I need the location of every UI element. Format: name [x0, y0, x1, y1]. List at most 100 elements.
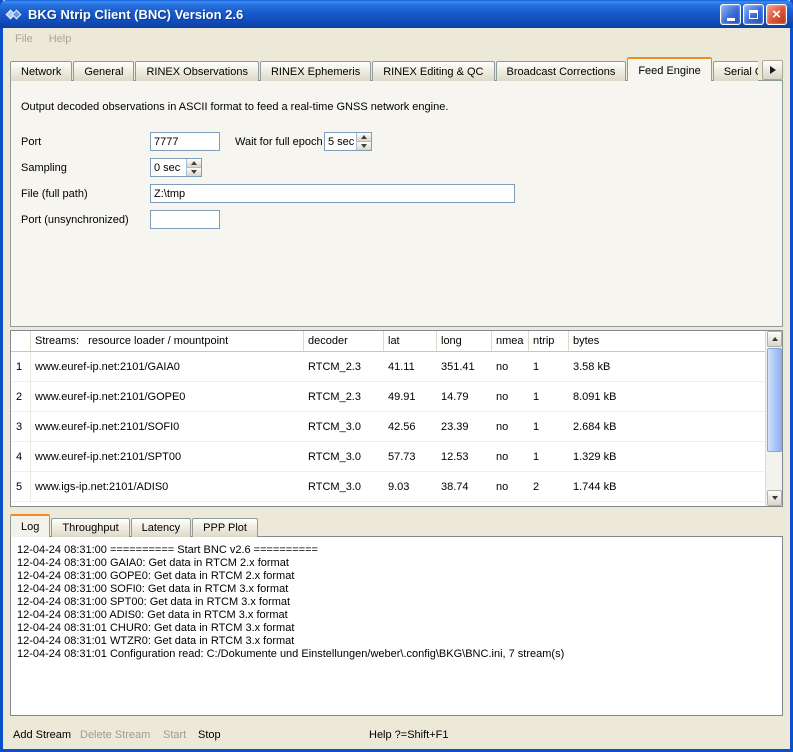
spin-up-icon: [191, 161, 197, 165]
header-corner: [11, 331, 31, 351]
start-button[interactable]: Start: [163, 729, 186, 741]
header-bytes[interactable]: bytes: [569, 331, 765, 351]
cell-lat: 49.91: [384, 382, 437, 412]
table-row[interactable]: 2 www.euref-ip.net:2101/GOPE0 RTCM_2.3 4…: [11, 382, 765, 412]
tab-rinex-editing-qc[interactable]: RINEX Editing & QC: [372, 61, 494, 81]
arrow-up-icon: [772, 337, 778, 341]
port-label: Port: [21, 136, 41, 148]
cell-nmea: no: [492, 412, 529, 442]
titlebar[interactable]: BKG Ntrip Client (BNC) Version 2.6 ×: [0, 0, 793, 28]
tab-general[interactable]: General: [73, 61, 134, 81]
cell-long: 12.53: [437, 442, 492, 472]
header-nmea[interactable]: nmea: [492, 331, 529, 351]
wait-epoch-spinbox[interactable]: 5 sec: [324, 132, 372, 151]
cell-bytes: 1.329 kB: [569, 442, 765, 472]
help-hint: Help ?=Shift+F1: [369, 729, 449, 741]
streams-table-header[interactable]: Streams: resource loader / mountpoint de…: [11, 331, 765, 352]
log-line: 12-04-24 08:31:01 WTZR0: Get data in RTC…: [17, 635, 776, 648]
arrow-right-icon: [770, 66, 776, 74]
cell-mountpoint: www.euref-ip.net:2101/SPT00: [31, 442, 304, 472]
header-lat[interactable]: lat: [384, 331, 437, 351]
app-icon: [6, 6, 23, 23]
menubar: File Help: [3, 28, 790, 50]
tab-feed-engine[interactable]: Feed Engine: [627, 57, 711, 81]
tab-scroll-right-button[interactable]: [762, 60, 783, 80]
sampling-spinbox[interactable]: 0 sec: [150, 158, 202, 177]
table-row[interactable]: 3 www.euref-ip.net:2101/SOFI0 RTCM_3.0 4…: [11, 412, 765, 442]
scroll-down-button[interactable]: [767, 490, 782, 506]
cell-ntrip: 1: [529, 412, 569, 442]
tab-rinex-ephemeris[interactable]: RINEX Ephemeris: [260, 61, 371, 81]
table-scrollbar[interactable]: [765, 331, 782, 506]
cell-long: 14.79: [437, 382, 492, 412]
menu-help[interactable]: Help: [41, 30, 80, 48]
tab-network[interactable]: Network: [10, 61, 72, 81]
table-row[interactable]: 5 www.igs-ip.net:2101/ADIS0 RTCM_3.0 9.0…: [11, 472, 765, 502]
window-controls: ×: [718, 4, 787, 25]
header-decoder[interactable]: decoder: [304, 331, 384, 351]
tab-ppp-plot[interactable]: PPP Plot: [192, 518, 258, 537]
cell-ntrip: 1: [529, 382, 569, 412]
spin-buttons: [356, 133, 371, 150]
table-row[interactable]: 1 www.euref-ip.net:2101/GAIA0 RTCM_2.3 4…: [11, 352, 765, 382]
window-title: BKG Ntrip Client (BNC) Version 2.6: [28, 7, 718, 22]
spin-up-button[interactable]: [357, 133, 371, 142]
cell-ntrip: 1: [529, 352, 569, 382]
cell-long: 351.41: [437, 352, 492, 382]
log-line: 12-04-24 08:31:00 SOFI0: Get data in RTC…: [17, 583, 776, 596]
tab-serial-output[interactable]: Serial Ou: [713, 61, 758, 81]
cell-lat: 42.56: [384, 412, 437, 442]
log-line: 12-04-24 08:31:00 GOPE0: Get data in RTC…: [17, 570, 776, 583]
log-line: 12-04-24 08:31:00 ADIS0: Get data in RTC…: [17, 609, 776, 622]
log-line: 12-04-24 08:31:00 ========== Start BNC v…: [17, 544, 776, 557]
table-row[interactable]: 4 www.euref-ip.net:2101/SPT00 RTCM_3.0 5…: [11, 442, 765, 472]
cell-nmea: no: [492, 352, 529, 382]
cell-mountpoint: www.euref-ip.net:2101/GAIA0: [31, 352, 304, 382]
spin-up-button[interactable]: [187, 159, 201, 168]
minimize-icon: [727, 18, 735, 21]
app-window: BKG Ntrip Client (BNC) Version 2.6 × Fil…: [0, 0, 793, 752]
file-path-input[interactable]: [150, 184, 515, 203]
spin-down-button[interactable]: [357, 142, 371, 150]
tab-latency[interactable]: Latency: [131, 518, 192, 537]
tab-rinex-observations[interactable]: RINEX Observations: [135, 61, 258, 81]
row-number: 3: [11, 412, 31, 442]
bottom-tabbar: Log Throughput Latency PPP Plot: [10, 514, 259, 537]
cell-decoder: RTCM_3.0: [304, 442, 384, 472]
log-line: 12-04-24 08:31:01 CHUR0: Get data in RTC…: [17, 622, 776, 635]
scroll-up-button[interactable]: [767, 331, 782, 347]
cell-long: 23.39: [437, 412, 492, 442]
cell-decoder: RTCM_3.0: [304, 472, 384, 502]
menu-file[interactable]: File: [7, 30, 41, 48]
add-stream-button[interactable]: Add Stream: [13, 729, 71, 741]
port-input[interactable]: [150, 132, 220, 151]
log-line: 12-04-24 08:31:01 Configuration read: C:…: [17, 648, 776, 661]
header-ntrip[interactable]: ntrip: [529, 331, 569, 351]
cell-bytes: 3.58 kB: [569, 352, 765, 382]
spin-down-button[interactable]: [187, 168, 201, 176]
tab-log[interactable]: Log: [10, 514, 50, 537]
minimize-button[interactable]: [720, 4, 741, 25]
row-number: 4: [11, 442, 31, 472]
scrollbar-thumb[interactable]: [767, 348, 782, 452]
port-unsync-input[interactable]: [150, 210, 220, 229]
log-view[interactable]: 12-04-24 08:31:00 ========== Start BNC v…: [10, 536, 783, 716]
tab-broadcast-corrections[interactable]: Broadcast Corrections: [496, 61, 627, 81]
panel-description: Output decoded observations in ASCII for…: [21, 101, 448, 113]
stop-button[interactable]: Stop: [198, 729, 221, 741]
cell-bytes: 2.684 kB: [569, 412, 765, 442]
row-number: 1: [11, 352, 31, 382]
wait-epoch-value: 5 sec: [325, 133, 356, 150]
spin-down-icon: [191, 170, 197, 174]
header-mountpoint[interactable]: Streams: resource loader / mountpoint: [31, 331, 304, 351]
header-long[interactable]: long: [437, 331, 492, 351]
close-button[interactable]: ×: [766, 4, 787, 25]
streams-table: Streams: resource loader / mountpoint de…: [10, 330, 783, 507]
maximize-button[interactable]: [743, 4, 764, 25]
cell-bytes: 8.091 kB: [569, 382, 765, 412]
tab-throughput[interactable]: Throughput: [51, 518, 129, 537]
spin-up-icon: [361, 135, 367, 139]
delete-stream-button[interactable]: Delete Stream: [80, 729, 150, 741]
footer-toolbar: Add Stream Delete Stream Start Stop Help…: [3, 729, 790, 747]
spin-down-icon: [361, 144, 367, 148]
